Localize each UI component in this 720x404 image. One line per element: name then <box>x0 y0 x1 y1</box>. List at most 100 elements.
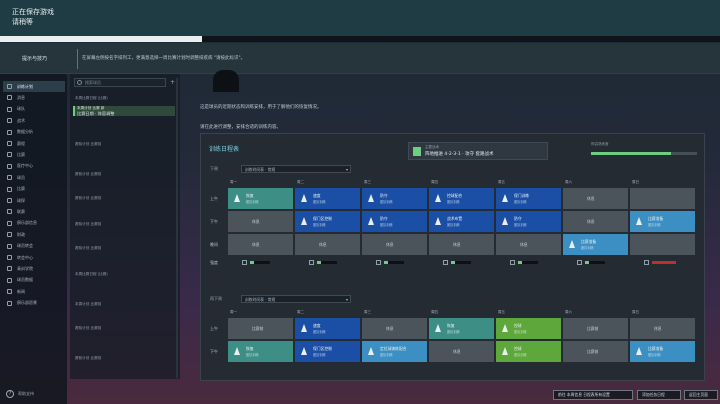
nav-icon <box>7 141 12 146</box>
training-session-cell[interactable]: 保门训练 团队训练 <box>496 188 561 209</box>
sidebar-item[interactable]: 球员转会 <box>3 241 65 252</box>
intensity-checkbox[interactable] <box>577 260 582 265</box>
sidebar-item[interactable]: 比赛 <box>3 149 65 160</box>
sidebar-item[interactable]: 训练计划 <box>3 81 65 92</box>
session-text: 控球 团队训练 <box>514 346 527 357</box>
list-scrollbar[interactable] <box>176 78 178 378</box>
nav-icon <box>7 163 12 169</box>
intensity-checkbox[interactable] <box>510 260 515 265</box>
training-session-cell[interactable]: 速度 团队训练 <box>295 318 360 339</box>
sidebar-item[interactable]: 球员数据 <box>3 275 65 286</box>
training-session-cell[interactable]: 比赛前 <box>563 341 628 362</box>
intensity-checkbox[interactable] <box>376 260 381 265</box>
sidebar-item[interactable]: 财政 <box>3 229 65 240</box>
session-icon <box>569 240 575 248</box>
intensity-checkbox[interactable] <box>443 260 448 265</box>
training-session-cell[interactable]: 保门区控制 团队训练 <box>295 341 360 362</box>
sidebar-item[interactable]: 俱乐部愿景 <box>3 298 65 309</box>
training-session-cell[interactable]: 休息 <box>429 234 494 255</box>
training-session-cell[interactable]: 比赛前 <box>563 318 628 339</box>
footer-button[interactable]: 返回主页面 <box>684 390 718 400</box>
schedule-dropdown[interactable]: 训练时间表 · 常规 <box>241 165 351 173</box>
sidebar-item[interactable]: 俱乐部信息 <box>3 218 65 229</box>
list-item[interactable]: 本周比赛日程 (比赛) <box>73 96 175 101</box>
training-session-cell[interactable]: 休息 <box>228 211 293 232</box>
session-text: 保门训练 团队训练 <box>514 193 529 204</box>
training-session-cell[interactable]: 防守 团队训练 <box>362 211 427 232</box>
training-session-cell[interactable]: 防守 团队训练 <box>496 211 561 232</box>
training-session-cell[interactable] <box>630 188 695 209</box>
training-session-cell[interactable]: 比赛准备 团队训练 <box>630 341 695 362</box>
sidebar-item[interactable]: 战术 <box>3 115 65 126</box>
sidebar-item[interactable]: 消息 <box>3 92 65 103</box>
training-session-cell[interactable]: 休息 <box>362 234 427 255</box>
list-item-title: 赛前计划 比赛前 <box>75 222 102 226</box>
training-session-cell[interactable]: 恢复 团队训练 <box>228 188 293 209</box>
footer-button[interactable]: 前往 本周信息 日程表所有设置 <box>553 390 633 400</box>
training-session-cell[interactable]: 防守 团队训练 <box>362 188 427 209</box>
training-session-cell[interactable]: 速度 团队训练 <box>295 188 360 209</box>
session-type: 团队训练 <box>514 330 527 334</box>
sidebar-item[interactable]: 联赛 <box>3 206 65 217</box>
sidebar-item[interactable]: 比赛 <box>3 184 65 195</box>
footer-button[interactable]: 添加任务日程 <box>637 390 681 400</box>
search-input[interactable]: 搜索球员 <box>74 78 166 87</box>
schedule-dropdown[interactable]: 训练时间表 · 常规 <box>241 295 351 303</box>
training-session-cell[interactable]: 休息 <box>563 188 628 209</box>
training-session-cell[interactable]: 休息 <box>563 211 628 232</box>
sidebar-item-label: 新闻 <box>17 288 25 294</box>
session-icon <box>368 217 374 225</box>
intensity-bar <box>652 261 676 264</box>
training-session-cell[interactable]: 控球配合 团队训练 <box>429 188 494 209</box>
training-session-cell[interactable]: 控球 团队训练 <box>496 318 561 339</box>
intensity-checkbox[interactable] <box>242 260 247 265</box>
list-item[interactable]: 赛前计划 比赛前 <box>73 196 175 201</box>
training-session-cell[interactable]: 比赛前 <box>228 318 293 339</box>
intensity-indicator <box>376 260 416 265</box>
list-item[interactable]: 本周计划 比赛前 <box>73 302 175 307</box>
session-name: 休息 <box>520 241 528 247</box>
intensity-checkbox[interactable] <box>644 260 649 265</box>
sidebar-item[interactable]: 青训学院 <box>3 263 65 274</box>
sidebar-item[interactable]: 球员 <box>3 172 65 183</box>
training-session-cell[interactable]: 比赛准备 团队训练 <box>563 234 628 255</box>
sidebar-item-label: 球探 <box>17 197 25 203</box>
sidebar-item-label: 战术 <box>17 117 25 123</box>
list-item[interactable]: 赛前计划 比赛前 <box>73 356 175 361</box>
intensity-level <box>585 261 589 264</box>
sidebar-item[interactable]: 医疗中心 <box>3 161 65 172</box>
intensity-checkbox[interactable] <box>309 260 314 265</box>
list-item[interactable]: 赛前计划 比赛前 <box>73 142 175 147</box>
sidebar-item[interactable]: 球队 <box>3 104 65 115</box>
sidebar-item[interactable]: 新闻 <box>3 286 65 297</box>
training-session-cell[interactable]: 定位球演练配合 团队训练 <box>362 341 427 362</box>
sidebar-item[interactable]: 赛程 <box>3 138 65 149</box>
nav-icon <box>7 175 12 181</box>
training-session-cell[interactable]: 控球 团队训练 <box>496 341 561 362</box>
list-item[interactable]: 本周计划 比赛 新比赛日期 · 阵容调整 <box>73 106 175 116</box>
help-button[interactable]: ? 帮助支持 <box>6 390 34 398</box>
sidebar-item[interactable]: 转会中心 <box>3 252 65 263</box>
training-session-cell[interactable]: 战术布置 团队训练 <box>429 211 494 232</box>
training-session-cell[interactable] <box>630 234 695 255</box>
training-session-cell[interactable]: 恢复 团队训练 <box>429 318 494 339</box>
training-session-cell[interactable]: 保门区控制 团队训练 <box>295 211 360 232</box>
training-session-cell[interactable]: 休息 <box>228 234 293 255</box>
training-session-cell[interactable]: 休息 <box>496 234 561 255</box>
training-session-cell[interactable]: 恢复 团队训练 <box>228 341 293 362</box>
sidebar-item[interactable]: 数据分析 <box>3 127 65 138</box>
training-session-cell[interactable]: 比赛准备 团队训练 <box>630 211 695 232</box>
training-session-cell[interactable]: 休息 <box>295 234 360 255</box>
training-session-cell[interactable]: 休息 <box>362 318 427 339</box>
list-item[interactable]: 赛前计划 比赛前 <box>73 172 175 177</box>
sidebar-item[interactable]: 球探 <box>3 195 65 206</box>
training-session-cell[interactable]: 休息 <box>429 341 494 362</box>
session-text: 保门区控制 团队训练 <box>313 346 332 357</box>
list-item[interactable]: 赛前计划 比赛前 <box>73 326 175 331</box>
session-text: 控球 团队训练 <box>514 323 527 334</box>
formation-selector[interactable]: 主要战术 阵地推进 4-2-3-1 · 攻守 套路战术 <box>408 142 548 160</box>
training-session-cell[interactable]: 休息 <box>630 318 695 339</box>
list-item[interactable]: 赛前计划 比赛前 <box>73 246 175 251</box>
list-item[interactable]: 本周比赛日程 (比赛) <box>73 272 175 277</box>
list-item[interactable]: 赛前计划 比赛前 <box>73 222 175 227</box>
